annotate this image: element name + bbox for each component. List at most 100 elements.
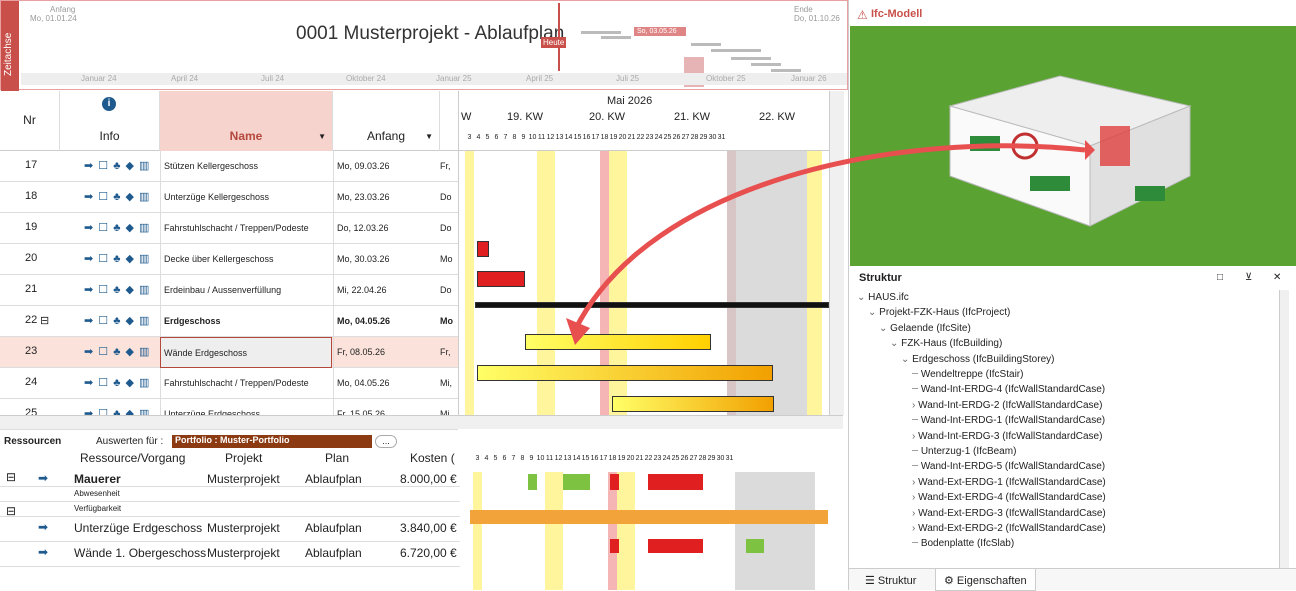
task-end-date[interactable]: Do [440, 213, 452, 244]
task-start-date[interactable]: Fr, 08.05.26 [333, 337, 438, 368]
portfolio-select[interactable]: Portfolio : Muster-Portfolio [172, 435, 372, 448]
task-name[interactable]: Decke über Kellergeschoss [160, 244, 332, 275]
resources-title[interactable]: Ressourcen [4, 436, 61, 447]
task-end-date[interactable]: Mo [440, 306, 453, 337]
task-start-date[interactable]: Mi, 22.04.26 [333, 275, 438, 306]
timeline-overview[interactable]: Zeitachse Anfang Mo, 01.01.24 Ende Do, 0… [0, 0, 848, 91]
maximize-icon[interactable]: □ [1217, 272, 1223, 283]
task-start-date[interactable]: Mo, 30.03.26 [333, 244, 438, 275]
gantt-bar-23[interactable] [525, 334, 711, 350]
column-header-plan[interactable]: Plan [325, 451, 349, 465]
row-status-icons[interactable]: ➡ ☐ ♣ ◆ ▥ [84, 345, 159, 358]
column-header-resource[interactable]: Ressource/Vorgang [80, 451, 185, 465]
row-status-icons[interactable]: ➡ ☐ ♣ ◆ ▥ [84, 221, 159, 234]
gantt-summary-22[interactable] [475, 302, 829, 308]
tree-leaf-icon[interactable]: ┄ [912, 384, 918, 395]
table-row[interactable]: 24 ➡ ☐ ♣ ◆ ▥ Fahrstuhlschacht / Treppen/… [0, 368, 458, 399]
gantt-horizontal-scrollbar[interactable] [458, 415, 843, 429]
resource-row[interactable]: Wände 1. Obergeschoss Musterprojekt Abla… [0, 542, 460, 567]
sort-down-icon[interactable]: ▼ [425, 132, 433, 141]
chevron-down-icon[interactable]: ⌄ [879, 323, 887, 334]
resource-row[interactable]: Verfügbarkeit ⊟ [0, 502, 460, 518]
gantt-bar-25[interactable] [612, 396, 774, 412]
chevron-down-icon[interactable]: ⌄ [857, 292, 865, 303]
tree-scrollbar[interactable] [1279, 290, 1289, 568]
tree-leaf-icon[interactable]: ┄ [912, 415, 918, 426]
gantt-bar-24[interactable] [477, 365, 773, 381]
tree-node[interactable]: ┄ Bodenplatte (IfcSlab) [912, 538, 1014, 549]
collapse-icon[interactable]: ⊟ [40, 314, 49, 327]
task-name[interactable]: Unterzüge Kellergeschoss [160, 182, 332, 213]
task-end-date[interactable]: Do [440, 275, 452, 306]
tab-struktur[interactable]: ☰ Struktur [865, 574, 916, 587]
collapse-icon[interactable]: ⊟ [6, 470, 16, 484]
table-row[interactable]: 18 ➡ ☐ ♣ ◆ ▥ Unterzüge Kellergeschoss Mo… [0, 182, 458, 213]
task-name[interactable]: Fahrstuhlschacht / Treppen/Podeste [160, 368, 332, 399]
chevron-right-icon[interactable]: › [912, 477, 915, 488]
chevron-down-icon[interactable]: ⌄ [868, 307, 876, 318]
tree-node[interactable]: ┄ Wendeltreppe (IfcStair) [912, 369, 1023, 380]
tree-node[interactable]: ┄ Wand-Int-ERDG-4 (IfcWallStandardCase) [912, 384, 1105, 395]
gantt-chart[interactable]: Mai 2026 W 19. KW 20. KW 21. KW 22. KW 3… [458, 91, 844, 415]
tree-leaf-icon[interactable]: ┄ [912, 461, 918, 472]
tree-node[interactable]: ⌄ HAUS.ifc [857, 292, 909, 303]
chevron-right-icon[interactable]: › [912, 400, 915, 411]
task-start-date[interactable]: Do, 12.03.26 [333, 213, 438, 244]
column-header-project[interactable]: Projekt [225, 451, 262, 465]
task-start-date[interactable]: Mo, 23.03.26 [333, 182, 438, 213]
row-status-icons[interactable]: ➡ ☐ ♣ ◆ ▥ [84, 252, 159, 265]
tree-node[interactable]: ⌄ Projekt-FZK-Haus (IfcProject) [868, 307, 1010, 318]
column-header-name[interactable]: Name [160, 129, 332, 143]
tree-node[interactable]: ┄ Wand-Int-ERDG-5 (IfcWallStandardCase) [912, 461, 1105, 472]
gantt-bar-20[interactable] [477, 241, 489, 257]
row-status-icons[interactable]: ➡ ☐ ♣ ◆ ▥ [84, 159, 159, 172]
task-end-date[interactable]: Mi, [440, 368, 452, 399]
table-horizontal-scrollbar[interactable] [0, 415, 458, 429]
tree-node[interactable]: ⌄ Erdgeschoss (IfcBuildingStorey) [901, 354, 1054, 365]
task-start-date[interactable]: Mo, 04.05.26 [333, 306, 438, 337]
tree-node[interactable]: › Wand-Ext-ERDG-4 (IfcWallStandardCase) [912, 492, 1106, 503]
column-header-nr[interactable]: Nr [0, 113, 59, 127]
tree-node[interactable]: › Wand-Ext-ERDG-1 (IfcWallStandardCase) [912, 477, 1106, 488]
chevron-right-icon[interactable]: › [912, 523, 915, 534]
resource-row[interactable]: Abwesenheit [0, 487, 460, 502]
task-start-date[interactable]: Mo, 04.05.26 [333, 368, 438, 399]
tree-leaf-icon[interactable]: ┄ [912, 538, 918, 549]
pin-icon[interactable]: ⊻ [1245, 272, 1252, 283]
tree-node[interactable]: ┄ Wand-Int-ERDG-1 (IfcWallStandardCase) [912, 415, 1105, 426]
close-icon[interactable]: ✕ [1273, 272, 1281, 283]
task-name[interactable]: Erdeinbau / Aussenverfüllung [160, 275, 332, 306]
chevron-right-icon[interactable]: › [912, 431, 915, 442]
table-row[interactable]: 20 ➡ ☐ ♣ ◆ ▥ Decke über Kellergeschoss M… [0, 244, 458, 275]
row-status-icons[interactable]: ➡ ☐ ♣ ◆ ▥ [84, 190, 159, 203]
table-row[interactable]: 17 ➡ ☐ ♣ ◆ ▥ Stützen Kellergeschoss Mo, … [0, 151, 458, 182]
column-header-info[interactable]: Info [60, 129, 159, 143]
task-start-date[interactable]: Mo, 09.03.26 [333, 151, 438, 182]
tree-node[interactable]: › Wand-Ext-ERDG-3 (IfcWallStandardCase) [912, 508, 1106, 519]
chevron-down-icon[interactable]: ⌄ [890, 338, 898, 349]
row-status-icons[interactable]: ➡ ☐ ♣ ◆ ▥ [84, 376, 159, 389]
tree-node[interactable]: › Wand-Int-ERDG-3 (IfcWallStandardCase) [912, 431, 1102, 442]
task-name[interactable]: Stützen Kellergeschoss [160, 151, 332, 182]
tree-leaf-icon[interactable]: ┄ [912, 446, 918, 457]
tree-node[interactable]: › Wand-Ext-ERDG-2 (IfcWallStandardCase) [912, 523, 1106, 534]
task-end-date[interactable]: Fr, [440, 337, 451, 368]
table-row[interactable]: 23 ➡ ☐ ♣ ◆ ▥ Wände Erdgeschoss Fr, 08.05… [0, 337, 458, 368]
chevron-right-icon[interactable]: › [912, 508, 915, 519]
tab-eigenschaften[interactable]: ⚙ Eigenschaften [935, 569, 1036, 591]
row-status-icons[interactable]: ➡ ☐ ♣ ◆ ▥ [84, 314, 159, 327]
tree-node[interactable]: ⌄ FZK-Haus (IfcBuilding) [890, 338, 1002, 349]
timeline-side-tab[interactable]: Zeitachse [1, 1, 19, 91]
resource-row[interactable]: Mauerer Musterprojekt Ablaufplan 8.000,0… [0, 468, 460, 487]
task-end-date[interactable]: Fr, [440, 151, 451, 182]
task-end-date[interactable]: Mo [440, 244, 453, 275]
task-name[interactable]: Wände Erdgeschoss [160, 337, 332, 368]
collapse-icon[interactable]: ⊟ [6, 504, 16, 518]
column-header-anfang[interactable]: Anfang [333, 129, 439, 143]
column-header-kosten[interactable]: Kosten ( [410, 451, 455, 465]
task-name[interactable]: Fahrstuhlschacht / Treppen/Podeste [160, 213, 332, 244]
gantt-vertical-scrollbar[interactable] [829, 91, 844, 415]
more-button[interactable]: ... [375, 435, 397, 448]
tree-node[interactable]: ⌄ Gelaende (IfcSite) [879, 323, 971, 334]
3d-viewport[interactable] [850, 26, 1296, 266]
